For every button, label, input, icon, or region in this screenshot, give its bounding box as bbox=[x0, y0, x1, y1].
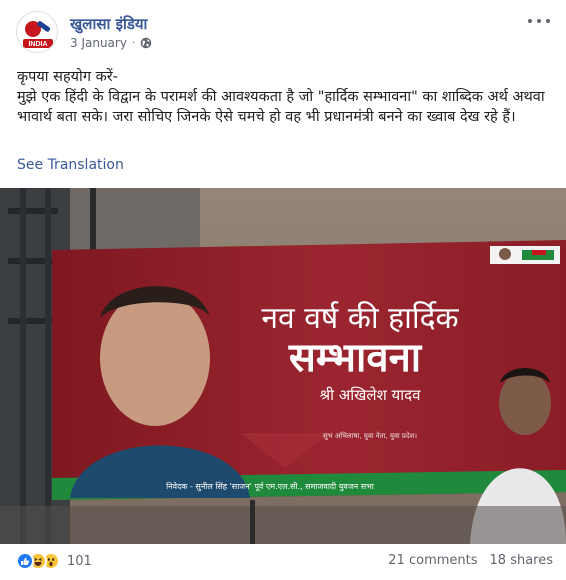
post-stats: 21 comments 18 shares bbox=[388, 553, 553, 568]
banner-title-line2: सम्भावना bbox=[288, 335, 423, 381]
see-translation-link[interactable]: See Translation bbox=[17, 157, 124, 173]
banner-small-text: सुभ अभिलाषा, युवा नेता, युवा प्रदेश। bbox=[323, 431, 417, 440]
post-text: कृपया सहयोग करें- मुझे एक हिंदी के विद्व… bbox=[17, 67, 547, 127]
post-text-line: कृपया सहयोग करें- bbox=[17, 69, 118, 85]
reaction-count: 101 bbox=[67, 553, 92, 569]
post-date-link[interactable]: 3 January bbox=[70, 36, 127, 50]
avatar-label: INDIA bbox=[28, 41, 47, 48]
post-footer: 101 21 comments 18 shares bbox=[0, 544, 566, 580]
shares-count-link[interactable]: 18 shares bbox=[490, 553, 553, 568]
post-header: INDIA खुलासा इंडिया 3 January · bbox=[16, 11, 550, 57]
globe-icon[interactable] bbox=[140, 37, 152, 49]
like-icon bbox=[16, 552, 34, 570]
banner-bottom-text: निवेदक - सुनील सिंह 'साजन' पूर्व एम.एल.स… bbox=[166, 481, 375, 492]
banner-title-line1: नव वर्ष की हार्दिक bbox=[261, 301, 459, 336]
post-meta: 3 January · bbox=[70, 36, 152, 50]
facebook-post: INDIA खुलासा इंडिया 3 January · कृपया सह… bbox=[0, 0, 566, 580]
post-text-line: मुझे एक हिंदी के विद्वान के परामर्श की आ… bbox=[17, 89, 545, 125]
page-name-link[interactable]: खुलासा इंडिया bbox=[70, 14, 147, 34]
banner-photo-image: नव वर्ष की हार्दिक सम्भावना श्री अखिलेश … bbox=[0, 188, 566, 544]
avatar-logo-icon: INDIA bbox=[17, 12, 57, 52]
dot-icon bbox=[537, 19, 541, 23]
post-photo[interactable]: नव वर्ष की हार्दिक सम्भावना श्री अखिलेश … bbox=[0, 188, 566, 544]
more-options-button[interactable] bbox=[528, 13, 550, 29]
dot-icon bbox=[528, 19, 532, 23]
page-avatar[interactable]: INDIA bbox=[16, 11, 58, 53]
reactions-summary[interactable]: 101 bbox=[16, 552, 92, 570]
dot-icon bbox=[546, 19, 550, 23]
comments-count-link[interactable]: 21 comments bbox=[388, 553, 477, 568]
meta-separator: · bbox=[131, 37, 136, 49]
banner-name: श्री अखिलेश यादव bbox=[320, 386, 422, 404]
